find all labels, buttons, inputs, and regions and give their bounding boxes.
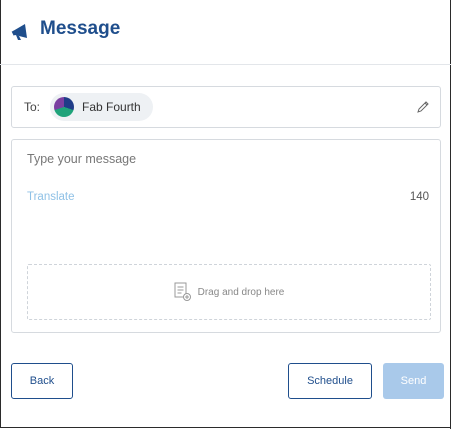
translate-link[interactable]: Translate — [27, 191, 75, 203]
recipient-field[interactable]: To: Fab Fourth — [11, 86, 441, 128]
character-counter: 140 — [409, 191, 429, 203]
page-title: Message — [40, 18, 121, 39]
file-add-icon — [174, 282, 191, 301]
to-label: To: — [24, 100, 41, 114]
avatar — [54, 97, 74, 117]
pencil-icon[interactable] — [416, 100, 430, 114]
file-dropzone[interactable]: Drag and drop here — [27, 264, 431, 320]
megaphone-icon — [11, 24, 27, 40]
message-input[interactable]: Type your message Translate 140 Drag and… — [11, 139, 441, 333]
message-placeholder: Type your message — [27, 152, 137, 166]
back-button[interactable]: Back — [11, 363, 73, 399]
send-button[interactable]: Send — [383, 363, 444, 399]
dropzone-text: Drag and drop here — [197, 286, 285, 298]
header: Message — [0, 0, 451, 65]
schedule-button[interactable]: Schedule — [288, 363, 372, 399]
recipient-name: Fab Fourth — [82, 100, 141, 114]
recipient-chip[interactable]: Fab Fourth — [50, 93, 153, 121]
